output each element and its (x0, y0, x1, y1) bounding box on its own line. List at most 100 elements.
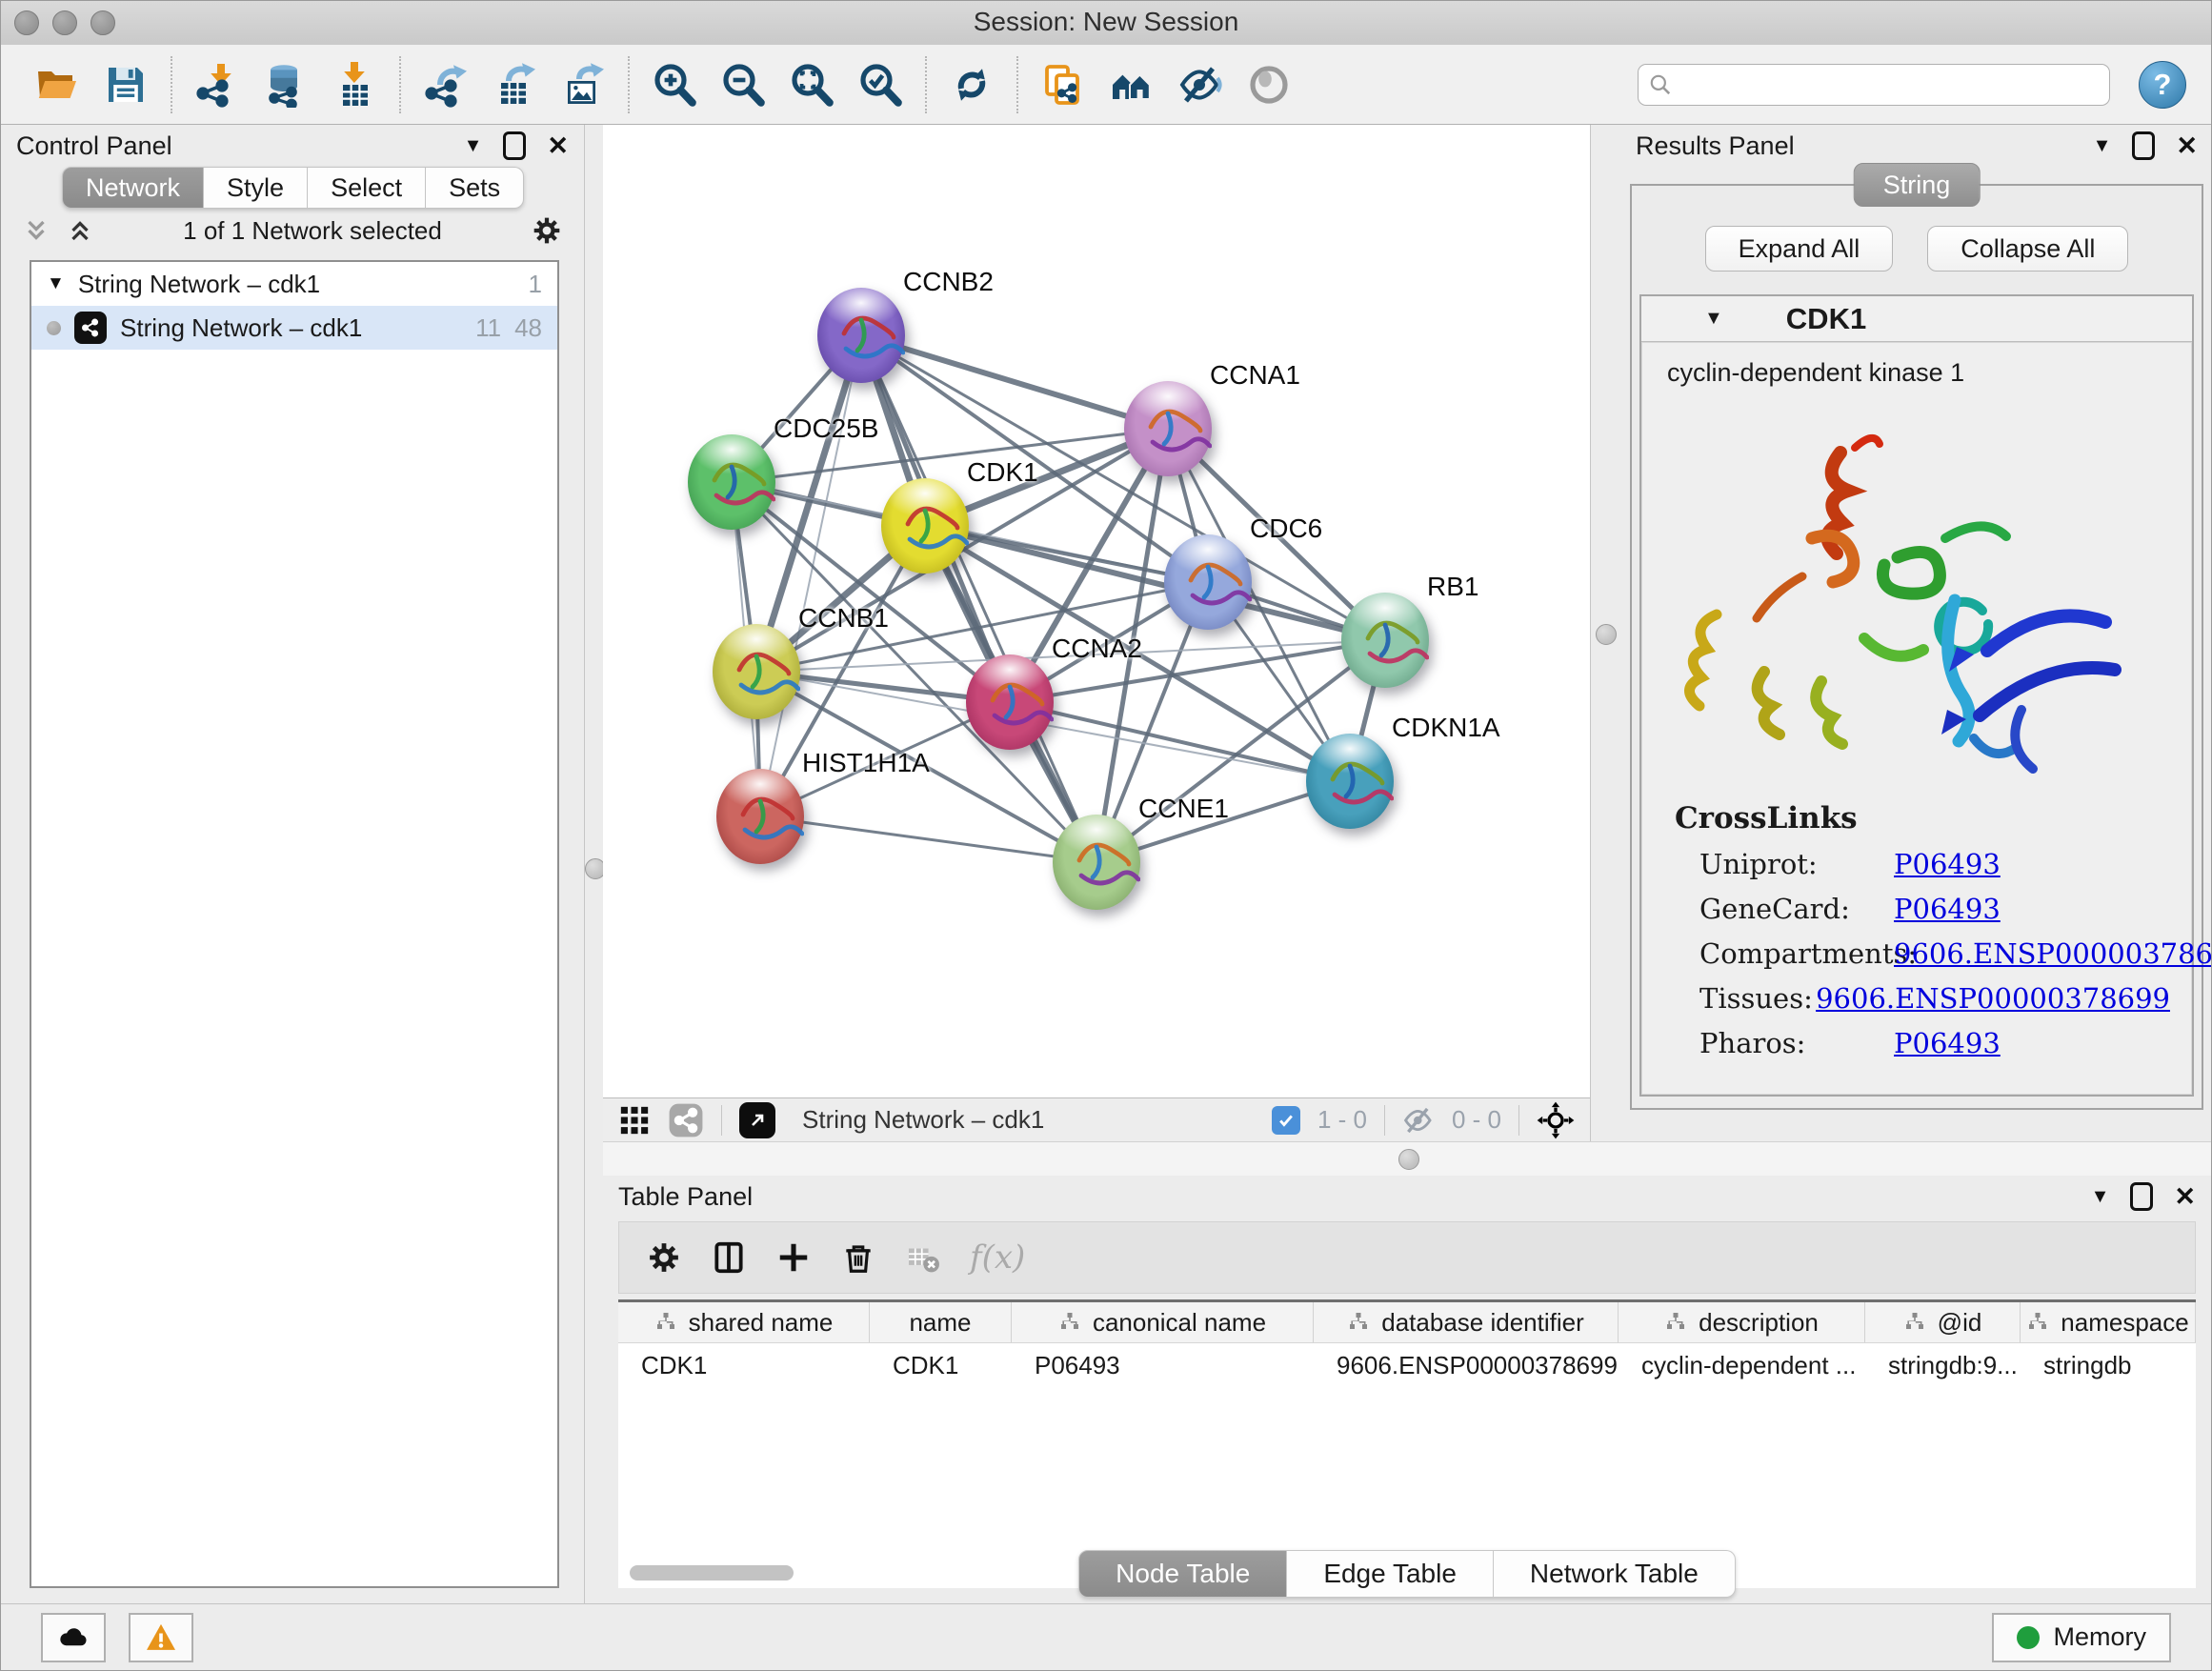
apply-layout-button[interactable] (944, 57, 999, 112)
network-node[interactable] (688, 434, 775, 530)
network-node-label: CDC25B (774, 413, 878, 444)
left-splitter[interactable] (584, 125, 605, 1603)
grid-view-icon[interactable] (618, 1104, 651, 1137)
collection-disclosure-icon[interactable]: ▼ (47, 273, 65, 294)
selected-checkbox[interactable] (1272, 1106, 1300, 1135)
network-edge[interactable] (861, 335, 1096, 862)
zoom-out-icon (720, 62, 766, 108)
tab-style[interactable]: Style (204, 167, 308, 209)
table-row[interactable]: CDK1 CDK1 P06493 9606.ENSP00000378699 cy… (618, 1343, 2196, 1387)
panel-minimize-icon[interactable]: ▼ (2091, 1186, 2110, 1208)
export-network-button[interactable] (418, 57, 473, 112)
save-session-button[interactable] (98, 57, 153, 112)
column-header[interactable]: namespace (2021, 1302, 2196, 1342)
tab-network[interactable]: Network (62, 167, 204, 209)
network-collection-row[interactable]: ▼ String Network – cdk1 1 (31, 262, 557, 306)
table-cell: 9606.ENSP00000378699 (1314, 1351, 1619, 1380)
network-edge[interactable] (760, 335, 861, 816)
network-node[interactable] (713, 624, 800, 719)
panel-float-icon[interactable] (503, 131, 526, 160)
column-header[interactable]: shared name (618, 1302, 870, 1342)
crosslink-link[interactable]: P06493 (1894, 1027, 2001, 1059)
column-header[interactable]: @id (1865, 1302, 2021, 1342)
right-splitter[interactable] (1590, 125, 1622, 1141)
network-edge[interactable] (1010, 702, 1350, 781)
network-node[interactable] (1124, 381, 1212, 476)
open-session-button[interactable] (30, 57, 85, 112)
expand-all-chevron-icon[interactable] (66, 216, 94, 245)
protein-header[interactable]: ▼ CDK1 (1641, 296, 2192, 342)
show-all-button[interactable] (1241, 57, 1297, 112)
horizontal-splitter[interactable] (603, 1141, 2211, 1178)
column-header[interactable]: description (1619, 1302, 1865, 1342)
function-builder-icon[interactable]: f(x) (970, 1238, 1025, 1277)
show-home-button[interactable] (1104, 57, 1159, 112)
warnings-button[interactable] (129, 1613, 193, 1662)
duplicate-network-button[interactable] (1036, 57, 1091, 112)
delete-table-icon[interactable] (905, 1239, 941, 1276)
expand-all-button[interactable]: Expand All (1705, 226, 1894, 272)
memory-button[interactable]: Memory (1992, 1613, 2171, 1662)
network-node[interactable] (1306, 734, 1394, 829)
tab-string[interactable]: String (1854, 163, 1981, 207)
zoom-fit-button[interactable] (784, 57, 839, 112)
open-in-window-button[interactable] (739, 1102, 775, 1138)
tab-select[interactable]: Select (308, 167, 426, 209)
panel-close-icon[interactable]: ✕ (2174, 1182, 2196, 1212)
collapse-all-chevron-icon[interactable] (22, 216, 50, 245)
splitter-handle[interactable] (1398, 1149, 1419, 1170)
export-image-button[interactable] (555, 57, 611, 112)
network-edge[interactable] (760, 816, 1096, 862)
search-field[interactable] (1638, 64, 2110, 106)
splitter-handle[interactable] (1596, 624, 1617, 645)
tab-network-table[interactable]: Network Table (1494, 1550, 1736, 1598)
zoom-out-button[interactable] (715, 57, 771, 112)
network-node[interactable] (1341, 593, 1429, 688)
cloud-status-button[interactable] (41, 1613, 106, 1662)
panel-minimize-icon[interactable]: ▼ (464, 135, 483, 157)
protein-disclosure-icon[interactable]: ▼ (1704, 308, 1723, 330)
network-node[interactable] (966, 654, 1054, 750)
panel-float-icon[interactable] (2130, 1182, 2153, 1211)
fit-crosshair-icon[interactable] (1537, 1101, 1575, 1139)
zoom-in-button[interactable] (647, 57, 702, 112)
panel-float-icon[interactable] (2132, 131, 2155, 160)
zoom-selected-button[interactable] (853, 57, 908, 112)
column-header[interactable]: database identifier (1314, 1302, 1619, 1342)
panel-close-icon[interactable]: ✕ (2176, 131, 2198, 161)
hide-selected-button[interactable] (1173, 57, 1228, 112)
delete-column-icon[interactable] (840, 1239, 876, 1276)
toolbar-separator (628, 56, 630, 113)
crosslink-link[interactable]: P06493 (1894, 893, 2001, 925)
tab-node-table[interactable]: Node Table (1078, 1550, 1287, 1598)
network-node[interactable] (1053, 815, 1140, 910)
network-canvas[interactable]: CCNB2CCNA1CDC25BCDK1CDC6RB1CCNB1CCNA2CDK… (603, 125, 1590, 1097)
network-node[interactable] (817, 288, 905, 383)
column-header[interactable]: name (870, 1302, 1012, 1342)
collapse-all-button[interactable]: Collapse All (1927, 226, 2128, 272)
crosslink-link[interactable]: 9606.ENSP00000378699 (1894, 937, 2212, 970)
column-header[interactable]: canonical name (1012, 1302, 1314, 1342)
network-node[interactable] (1164, 534, 1252, 630)
show-columns-icon[interactable] (711, 1239, 747, 1276)
tab-sets[interactable]: Sets (426, 167, 524, 209)
add-column-icon[interactable] (775, 1239, 812, 1276)
network-edge[interactable] (861, 335, 1168, 429)
network-row[interactable]: String Network – cdk1 11 48 (31, 306, 557, 350)
import-network-from-file-button[interactable] (190, 57, 245, 112)
import-network-from-database-button[interactable] (258, 57, 313, 112)
share-view-icon[interactable] (668, 1102, 704, 1138)
help-button[interactable]: ? (2139, 61, 2186, 109)
panel-close-icon[interactable]: ✕ (547, 131, 569, 161)
panel-minimize-icon[interactable]: ▼ (2093, 135, 2112, 157)
network-node[interactable] (881, 478, 969, 574)
table-settings-gear-icon[interactable] (646, 1239, 682, 1276)
crosslink-link[interactable]: P06493 (1894, 848, 2001, 880)
export-table-button[interactable] (487, 57, 542, 112)
crosslink-link[interactable]: 9606.ENSP00000378699 (1816, 982, 2170, 1015)
import-table-from-file-button[interactable] (327, 57, 382, 112)
gear-icon[interactable] (531, 214, 563, 247)
network-node[interactable] (716, 769, 804, 864)
tab-edge-table[interactable]: Edge Table (1287, 1550, 1494, 1598)
search-input[interactable] (1680, 70, 2100, 99)
